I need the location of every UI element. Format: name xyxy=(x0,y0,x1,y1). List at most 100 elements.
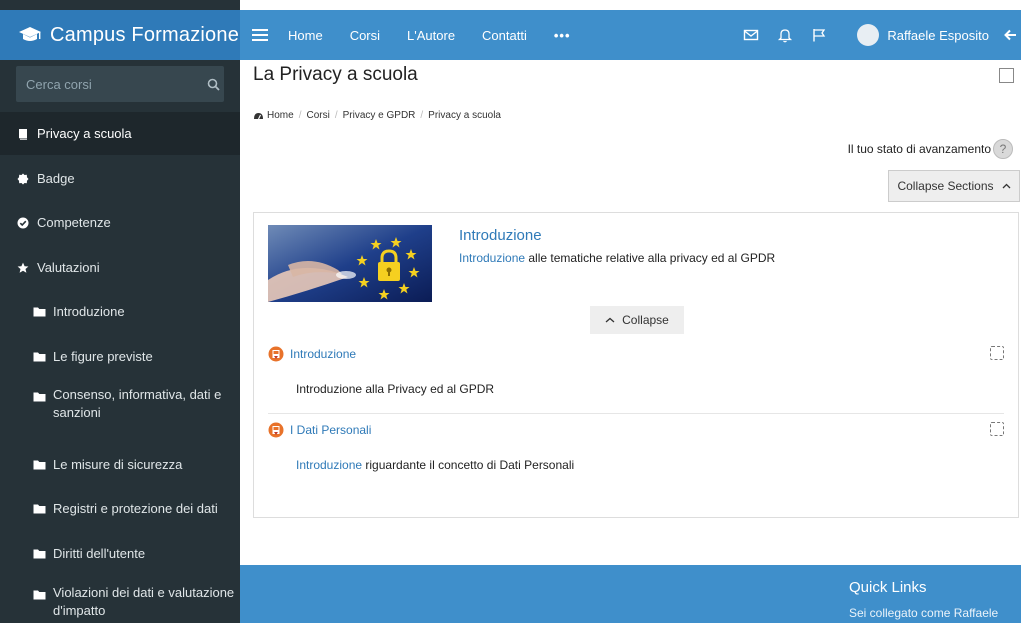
chevron-up-icon xyxy=(1002,183,1011,189)
activity-item: Introduzione Introduzione alla Privacy e… xyxy=(268,344,1004,414)
activity-description: Introduzione riguardante il concetto di … xyxy=(296,458,574,472)
graduation-cap-icon xyxy=(18,25,42,45)
breadcrumb-separator: / xyxy=(298,110,302,121)
sidebar-item-consenso[interactable]: Consenso, informativa, dati e sanzioni xyxy=(0,386,240,436)
sidebar-item-label-line2: d'impatto xyxy=(53,603,106,618)
certificate-icon xyxy=(268,346,284,362)
top-navbar: Home Corsi L'Autore Contatti ••• Raffael… xyxy=(240,10,1021,60)
bell-icon[interactable] xyxy=(777,27,793,43)
sidebar-item-label-line2: sanzioni xyxy=(53,405,101,420)
activity-link[interactable]: Introduzione xyxy=(290,347,356,361)
activity-description-text: riguardante il concetto di Dati Personal… xyxy=(362,458,575,472)
completion-checkbox[interactable] xyxy=(990,422,1004,436)
progress-label: Il tuo stato di avanzamento xyxy=(847,142,991,156)
dashboard-icon xyxy=(253,111,264,121)
breadcrumb-item-home[interactable]: Home xyxy=(267,110,294,121)
section-summary: Introduzione alle tematiche relative all… xyxy=(459,251,775,265)
brand-logo[interactable]: Campus Formazione xyxy=(0,10,240,60)
sidebar: Campus Formazione Privacy a scuola Badge… xyxy=(0,0,240,623)
sidebar-item-label: Diritti dell'utente xyxy=(53,546,146,561)
sidebar-item-valutazioni[interactable]: Valutazioni xyxy=(0,246,240,289)
book-icon xyxy=(16,127,30,141)
activity-link[interactable]: I Dati Personali xyxy=(290,423,371,437)
folder-icon xyxy=(32,547,46,561)
section-summary-link[interactable]: Introduzione xyxy=(459,251,525,265)
section-title[interactable]: Introduzione xyxy=(459,227,542,244)
sidebar-item-introduzione[interactable]: Introduzione xyxy=(0,290,240,333)
user-area: Raffaele Esposito xyxy=(743,10,1021,60)
avatar[interactable] xyxy=(857,24,880,46)
activity-row: Introduzione xyxy=(268,344,1004,364)
footer: Quick Links Sei collegato come Raffaele xyxy=(240,565,1021,623)
folder-icon xyxy=(32,587,46,601)
folder-icon xyxy=(32,458,46,472)
certificate-icon xyxy=(268,422,284,438)
folder-icon xyxy=(32,350,46,364)
footer-title: Quick Links xyxy=(849,579,927,596)
search-input[interactable] xyxy=(16,66,202,102)
sidebar-item-le-misure-di-sicurezza[interactable]: Le misure di sicurezza xyxy=(0,443,240,486)
sidebar-item-competenze[interactable]: Competenze xyxy=(0,201,240,244)
folder-icon xyxy=(32,502,46,516)
badge-icon xyxy=(16,172,30,186)
sidebar-item-label: Badge xyxy=(37,171,75,186)
sidebar-item-label: Le figure previste xyxy=(53,349,153,364)
sidebar-item-label: Le misure di sicurezza xyxy=(53,457,183,472)
collapse-label: Collapse xyxy=(622,313,669,327)
search-icon[interactable] xyxy=(202,66,224,102)
sidebar-item-privacy-a-scuola[interactable]: Privacy a scuola xyxy=(0,112,240,155)
sidebar-item-label-group: Consenso, informativa, dati e sanzioni xyxy=(53,386,221,422)
section-summary-text: alle tematiche relative alla privacy ed … xyxy=(525,251,776,265)
page-title: La Privacy a scuola xyxy=(253,64,418,85)
sidebar-item-label: Registri e protezione dei dati xyxy=(53,501,218,516)
section-card: Introduzione Introduzione alle tematiche… xyxy=(253,212,1019,518)
course-search xyxy=(16,66,224,102)
sidebar-item-registri[interactable]: Registri e protezione dei dati xyxy=(0,487,240,530)
activity-row: I Dati Personali xyxy=(268,420,1004,440)
nav-link-home[interactable]: Home xyxy=(288,28,323,43)
breadcrumb-item-privacy-gpdr[interactable]: Privacy e GPDR xyxy=(343,110,416,121)
hamburger-menu-icon[interactable] xyxy=(252,29,268,41)
breadcrumb-separator: / xyxy=(420,110,424,121)
sidebar-item-label: Valutazioni xyxy=(37,260,100,275)
sidebar-item-diritti-dell-utente[interactable]: Diritti dell'utente xyxy=(0,532,240,575)
breadcrumb: Home / Corsi / Privacy e GPDR / Privacy … xyxy=(253,110,501,121)
completion-checkbox[interactable] xyxy=(990,346,1004,360)
nav-link-autore[interactable]: L'Autore xyxy=(407,28,455,43)
sidebar-item-label: Violazioni dei dati e valutazione xyxy=(53,585,235,600)
star-icon xyxy=(16,261,30,275)
sidebar-item-label: Privacy a scuola xyxy=(37,126,132,141)
user-name[interactable]: Raffaele Esposito xyxy=(887,28,989,43)
breadcrumb-separator: / xyxy=(334,110,338,121)
activity-description-link[interactable]: Introduzione xyxy=(296,458,362,472)
sidebar-item-badge[interactable]: Badge xyxy=(0,157,240,200)
activity-item: I Dati Personali Introduzione riguardant… xyxy=(268,420,1004,490)
check-circle-icon xyxy=(16,216,30,230)
arrow-left-icon[interactable] xyxy=(1003,28,1017,42)
folder-icon xyxy=(32,305,46,319)
sidebar-item-label: Competenze xyxy=(37,215,111,230)
breadcrumb-item-current[interactable]: Privacy a scuola xyxy=(428,110,501,121)
envelope-icon[interactable] xyxy=(743,27,759,43)
folder-icon xyxy=(32,389,46,403)
sidebar-item-label-group: Violazioni dei dati e valutazione d'impa… xyxy=(53,584,234,620)
section-image xyxy=(268,225,432,302)
collapse-sections-button[interactable]: Collapse Sections xyxy=(888,170,1020,202)
nav-link-corsi[interactable]: Corsi xyxy=(350,28,380,43)
sidebar-item-label: Consenso, informativa, dati e xyxy=(53,387,222,402)
brand-name: Campus Formazione xyxy=(50,23,240,46)
collapse-sections-label: Collapse Sections xyxy=(897,179,994,193)
collapse-button[interactable]: Collapse xyxy=(590,306,684,334)
sidebar-item-label: Introduzione xyxy=(53,304,125,319)
footer-logged-in-text: Sei collegato come Raffaele xyxy=(849,606,999,620)
sidebar-item-violazioni[interactable]: Violazioni dei dati e valutazione d'impa… xyxy=(0,584,240,623)
activity-description: Introduzione alla Privacy ed al GPDR xyxy=(296,382,495,396)
breadcrumb-item-corsi[interactable]: Corsi xyxy=(306,110,329,121)
chevron-up-icon xyxy=(605,317,615,323)
flag-icon[interactable] xyxy=(811,27,827,43)
nav-more-menu[interactable]: ••• xyxy=(554,28,571,43)
help-icon[interactable]: ? xyxy=(993,139,1013,159)
sidebar-item-le-figure-previste[interactable]: Le figure previste xyxy=(0,335,240,378)
page-checkbox[interactable] xyxy=(999,68,1014,83)
nav-link-contatti[interactable]: Contatti xyxy=(482,28,527,43)
